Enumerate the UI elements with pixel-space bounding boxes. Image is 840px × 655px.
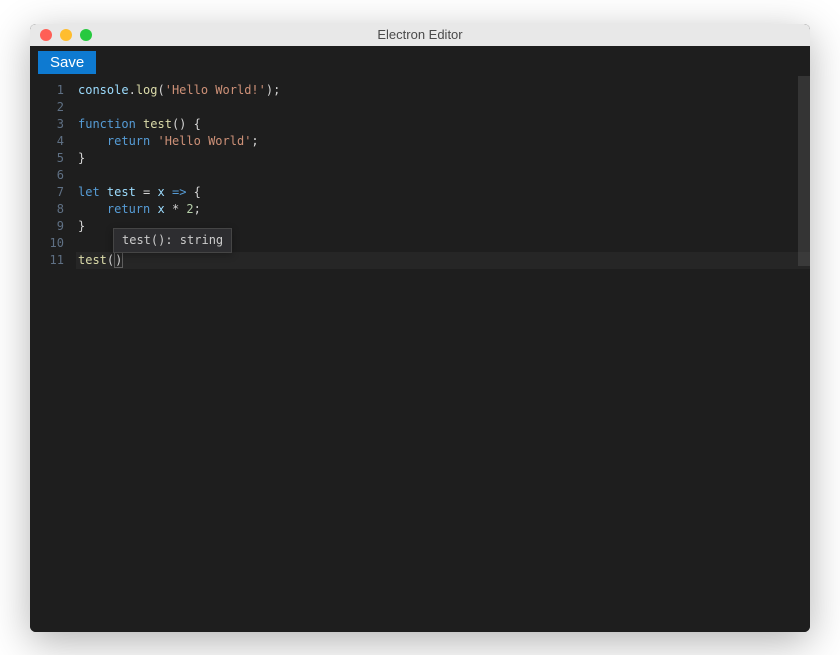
code-line[interactable]: test() [76,252,810,269]
code-token: 'Hello World' [158,134,252,148]
code-line[interactable] [78,167,810,184]
line-number: 2 [30,99,64,116]
line-number-gutter: 1234567891011 [30,82,78,632]
code-token: return [107,202,150,216]
traffic-lights [30,29,92,41]
code-editor[interactable]: 1234567891011 console.log('Hello World!'… [30,76,810,632]
line-number: 7 [30,184,64,201]
scrollbar-thumb[interactable] [798,76,810,266]
close-icon[interactable] [40,29,52,41]
line-number: 8 [30,201,64,218]
maximize-icon[interactable] [80,29,92,41]
code-token: 2 [186,202,193,216]
code-token: => [172,185,186,199]
line-number: 3 [30,116,64,133]
signature-tooltip: test(): string [113,228,232,253]
code-token: test [107,185,136,199]
minimize-icon[interactable] [60,29,72,41]
scrollbar-track[interactable] [798,76,810,632]
code-token [78,134,107,148]
code-token: x [158,202,165,216]
code-token [100,185,107,199]
code-line[interactable]: } [78,150,810,167]
code-token: console [78,83,129,97]
code-token [150,202,157,216]
titlebar[interactable]: Electron Editor [30,24,810,46]
code-token: function [78,117,136,131]
code-line[interactable]: console.log('Hello World!'); [78,82,810,99]
code-token: ); [266,83,280,97]
code-token: = [136,185,158,199]
code-line[interactable]: function test() { [78,116,810,133]
app-window: Electron Editor Save 1234567891011 conso… [30,24,810,632]
code-token: ( [158,83,165,97]
code-token [136,117,143,131]
code-token [165,185,172,199]
code-token: let [78,185,100,199]
code-line[interactable]: return x * 2; [78,201,810,218]
code-token: { [186,185,200,199]
code-token: test [143,117,172,131]
code-line[interactable]: return 'Hello World'; [78,133,810,150]
code-token: ; [194,202,201,216]
code-token: return [107,134,150,148]
line-number: 10 [30,235,64,252]
code-line[interactable]: let test = x => { [78,184,810,201]
save-button[interactable]: Save [38,51,96,74]
code-token [78,202,107,216]
code-token: . [129,83,136,97]
code-token [150,134,157,148]
line-number: 9 [30,218,64,235]
code-token: * [165,202,187,216]
code-token: ; [251,134,258,148]
code-token: ) [114,252,123,268]
code-token: 'Hello World!' [165,83,266,97]
line-number: 6 [30,167,64,184]
code-token: test [78,253,107,267]
code-token: () { [172,117,201,131]
code-token: } [78,151,85,165]
toolbar: Save [30,46,810,76]
line-number: 11 [30,252,64,269]
code-line[interactable] [78,99,810,116]
line-number: 5 [30,150,64,167]
code-token: } [78,219,85,233]
code-token: x [158,185,165,199]
code-token: log [136,83,158,97]
line-number: 1 [30,82,64,99]
code-area[interactable]: console.log('Hello World!');function tes… [78,82,810,632]
window-title: Electron Editor [30,27,810,42]
line-number: 4 [30,133,64,150]
